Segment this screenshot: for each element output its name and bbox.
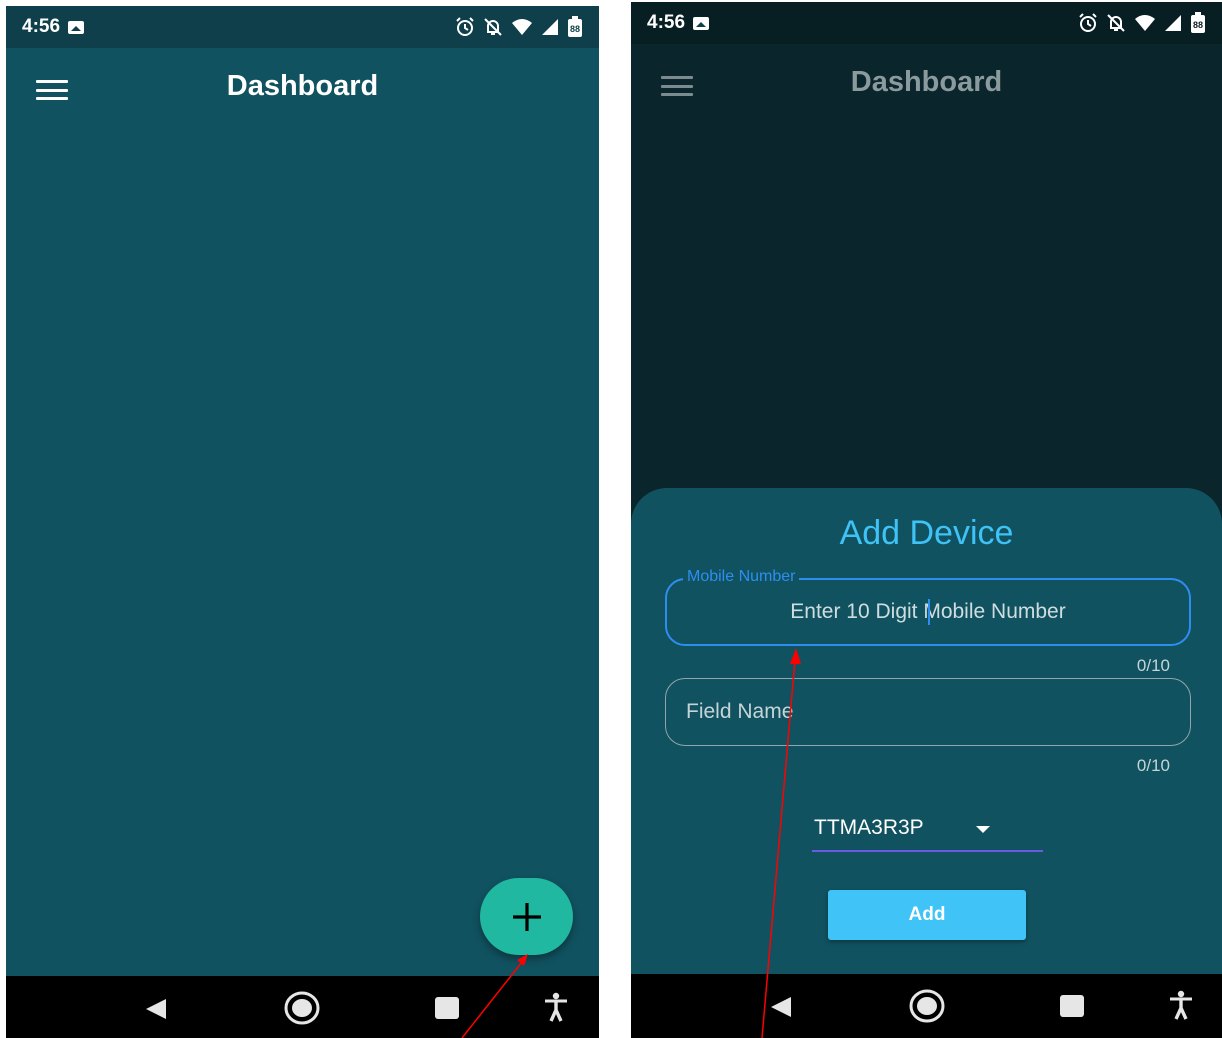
status-bar: 4:56 88	[6, 6, 599, 48]
accessibility-icon[interactable]	[1168, 990, 1194, 1020]
plus-icon	[512, 902, 541, 931]
mobile-number-input[interactable]: Mobile Number Enter 10 Digit Mobile Numb…	[665, 568, 1191, 646]
battery-icon: 88	[1190, 12, 1206, 34]
back-icon[interactable]	[769, 996, 793, 1018]
battery-level: 88	[570, 24, 580, 34]
add-device-screen: 4:56 88 Dashboard Add Device Mobile Numb…	[631, 2, 1222, 1038]
home-icon[interactable]	[284, 991, 320, 1025]
image-notification-icon	[693, 16, 710, 30]
battery-level: 88	[1193, 20, 1203, 30]
dashboard-screen: 4:56 88 Dashboard	[6, 6, 599, 1038]
page-title: Dashboard	[850, 66, 1003, 98]
status-time: 4:56	[647, 12, 686, 33]
home-icon[interactable]	[909, 989, 945, 1023]
sheet-title: Add Device	[839, 514, 1014, 552]
accessibility-icon[interactable]	[543, 992, 569, 1022]
page-title: Dashboard	[226, 70, 379, 102]
status-bar: 4:56 88	[631, 2, 1222, 44]
device-dropdown-value: TTMA3R3P	[814, 816, 924, 839]
notifications-off-icon	[483, 17, 503, 37]
add-device-fab[interactable]	[480, 878, 573, 955]
mobile-number-counter: 0/10	[1136, 656, 1170, 675]
add-device-bottom-sheet: Add Device Mobile Number Enter 10 Digit …	[631, 488, 1222, 978]
wifi-icon	[1134, 14, 1156, 32]
image-notification-icon	[68, 20, 85, 34]
notifications-off-icon	[1106, 13, 1126, 33]
add-button[interactable]: Add	[828, 890, 1026, 940]
recent-apps-icon[interactable]	[1059, 994, 1085, 1018]
text-cursor	[928, 599, 930, 625]
battery-icon: 88	[567, 16, 583, 38]
field-name-placeholder: Field Name	[686, 700, 794, 723]
cellular-signal-icon	[541, 18, 559, 36]
alarm-icon	[1078, 13, 1098, 33]
field-name-counter: 0/10	[1136, 756, 1170, 775]
mobile-number-label: Mobile Number	[683, 568, 800, 586]
recent-apps-icon[interactable]	[434, 996, 460, 1020]
device-dropdown[interactable]: TTMA3R3P	[812, 814, 1043, 852]
system-navigation-bar	[6, 976, 599, 1038]
screenshot-canvas: 4:56 88 Dashboard 4:56 88 Dashboard Add …	[0, 0, 1222, 1038]
alarm-icon	[455, 17, 475, 37]
status-time: 4:56	[22, 16, 61, 37]
back-icon[interactable]	[144, 998, 168, 1020]
dropdown-arrow-icon	[976, 826, 990, 833]
app-bar: Dashboard	[631, 44, 1222, 128]
system-navigation-bar	[631, 974, 1222, 1038]
cellular-signal-icon	[1164, 14, 1182, 32]
wifi-icon	[511, 18, 533, 36]
field-name-input[interactable]: Field Name	[665, 678, 1191, 746]
app-bar: Dashboard	[6, 48, 599, 132]
